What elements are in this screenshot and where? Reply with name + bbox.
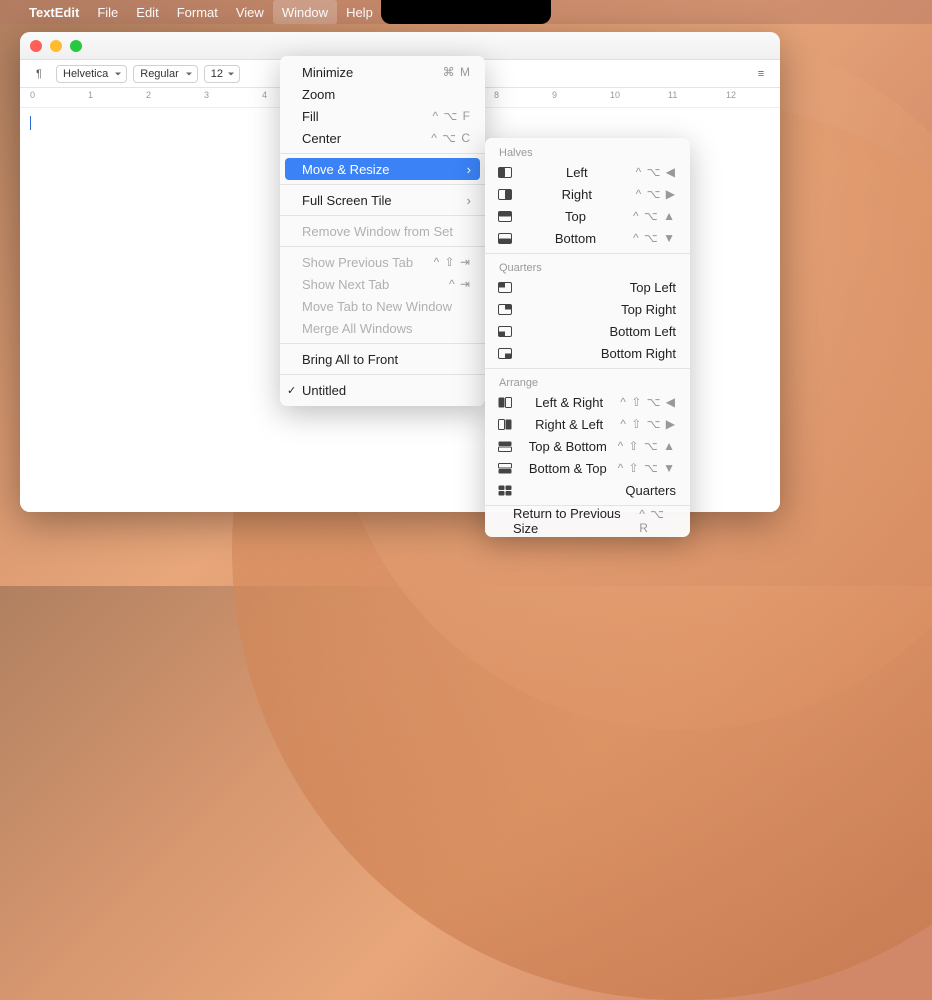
quarter-tr-icon bbox=[495, 304, 515, 315]
ruler-tick: 1 bbox=[88, 90, 93, 100]
quarter-br-icon bbox=[495, 348, 515, 359]
submenu-item-return-prev-size[interactable]: Return to Previous Size^ ⌥ R bbox=[485, 510, 690, 532]
menu-window[interactable]: Window bbox=[273, 0, 337, 24]
close-button[interactable] bbox=[30, 40, 42, 52]
font-family-select[interactable]: Helvetica bbox=[56, 65, 127, 83]
half-bottom-icon bbox=[495, 233, 515, 244]
quarter-tl-icon bbox=[495, 282, 515, 293]
menu-item-bring-all-front[interactable]: Bring All to Front bbox=[280, 348, 485, 370]
menu-help[interactable]: Help bbox=[337, 0, 382, 24]
submenu-item-quarters-arrange[interactable]: Quarters bbox=[485, 479, 690, 501]
minimize-button[interactable] bbox=[50, 40, 62, 52]
menu-format[interactable]: Format bbox=[168, 0, 227, 24]
menu-item-remove-window-set: Remove Window from Set bbox=[280, 220, 485, 242]
submenu-item-top[interactable]: Top^ ⌥ ▲ bbox=[485, 205, 690, 227]
submenu-item-bottom-right[interactable]: Bottom Right bbox=[485, 342, 690, 364]
arrange-rl-icon bbox=[495, 419, 515, 430]
submenu-item-left[interactable]: Left^ ⌥ ◀ bbox=[485, 161, 690, 183]
submenu-header-arrange: Arrange bbox=[485, 373, 690, 391]
menu-item-show-next-tab: Show Next Tab^ ⇥ bbox=[280, 273, 485, 295]
ruler-tick: 12 bbox=[726, 90, 736, 100]
arrange-quarters-icon bbox=[495, 485, 515, 496]
quarter-bl-icon bbox=[495, 326, 515, 337]
list-style-icon[interactable]: ≡ bbox=[750, 65, 772, 83]
menu-item-move-tab: Move Tab to New Window bbox=[280, 295, 485, 317]
arrange-tb-icon bbox=[495, 441, 515, 452]
submenu-header-quarters: Quarters bbox=[485, 258, 690, 276]
half-right-icon bbox=[495, 189, 515, 200]
arrange-lr-icon bbox=[495, 397, 515, 408]
ruler-tick: 10 bbox=[610, 90, 620, 100]
zoom-button[interactable] bbox=[70, 40, 82, 52]
submenu-header-halves: Halves bbox=[485, 143, 690, 161]
text-cursor bbox=[30, 116, 31, 130]
submenu-item-top-right[interactable]: Top Right bbox=[485, 298, 690, 320]
menu-item-move-resize[interactable]: Move & Resize bbox=[285, 158, 480, 180]
move-resize-submenu: Halves Left^ ⌥ ◀ Right^ ⌥ ▶ Top^ ⌥ ▲ Bot… bbox=[485, 138, 690, 537]
menu-edit[interactable]: Edit bbox=[127, 0, 167, 24]
menu-item-merge-windows: Merge All Windows bbox=[280, 317, 485, 339]
ruler-tick: 9 bbox=[552, 90, 557, 100]
submenu-item-right[interactable]: Right^ ⌥ ▶ bbox=[485, 183, 690, 205]
submenu-item-bottom[interactable]: Bottom^ ⌥ ▼ bbox=[485, 227, 690, 249]
half-top-icon bbox=[495, 211, 515, 222]
menu-item-minimize[interactable]: Minimize⌘ M bbox=[280, 61, 485, 83]
ruler-tick: 11 bbox=[668, 90, 677, 100]
submenu-item-right-left[interactable]: Right & Left^ ⇧ ⌥ ▶ bbox=[485, 413, 690, 435]
submenu-item-bottom-top[interactable]: Bottom & Top^ ⇧ ⌥ ▼ bbox=[485, 457, 690, 479]
paragraph-style-icon[interactable]: ¶ bbox=[28, 65, 50, 83]
font-size-select[interactable]: 12 bbox=[204, 65, 240, 83]
ruler-tick: 0 bbox=[30, 90, 35, 100]
submenu-item-top-left[interactable]: Top Left bbox=[485, 276, 690, 298]
app-name[interactable]: TextEdit bbox=[20, 5, 88, 20]
menu-item-center[interactable]: Center^ ⌥ C bbox=[280, 127, 485, 149]
window-menu: Minimize⌘ M Zoom Fill^ ⌥ F Center^ ⌥ C M… bbox=[280, 56, 485, 406]
ruler-tick: 8 bbox=[494, 90, 499, 100]
arrange-bt-icon bbox=[495, 463, 515, 474]
menu-view[interactable]: View bbox=[227, 0, 273, 24]
menu-item-zoom[interactable]: Zoom bbox=[280, 83, 485, 105]
submenu-item-left-right[interactable]: Left & Right^ ⇧ ⌥ ◀ bbox=[485, 391, 690, 413]
ruler-tick: 2 bbox=[146, 90, 151, 100]
menu-item-fill[interactable]: Fill^ ⌥ F bbox=[280, 105, 485, 127]
font-weight-select[interactable]: Regular bbox=[133, 65, 198, 83]
submenu-item-bottom-left[interactable]: Bottom Left bbox=[485, 320, 690, 342]
menu-file[interactable]: File bbox=[88, 0, 127, 24]
ruler-tick: 4 bbox=[262, 90, 267, 100]
menu-item-document[interactable]: Untitled bbox=[280, 379, 485, 401]
submenu-item-top-bottom[interactable]: Top & Bottom^ ⇧ ⌥ ▲ bbox=[485, 435, 690, 457]
half-left-icon bbox=[495, 167, 515, 178]
display-notch bbox=[381, 0, 551, 24]
ruler-tick: 3 bbox=[204, 90, 209, 100]
menu-item-full-screen-tile[interactable]: Full Screen Tile bbox=[280, 189, 485, 211]
menu-item-show-prev-tab: Show Previous Tab^ ⇧ ⇥ bbox=[280, 251, 485, 273]
